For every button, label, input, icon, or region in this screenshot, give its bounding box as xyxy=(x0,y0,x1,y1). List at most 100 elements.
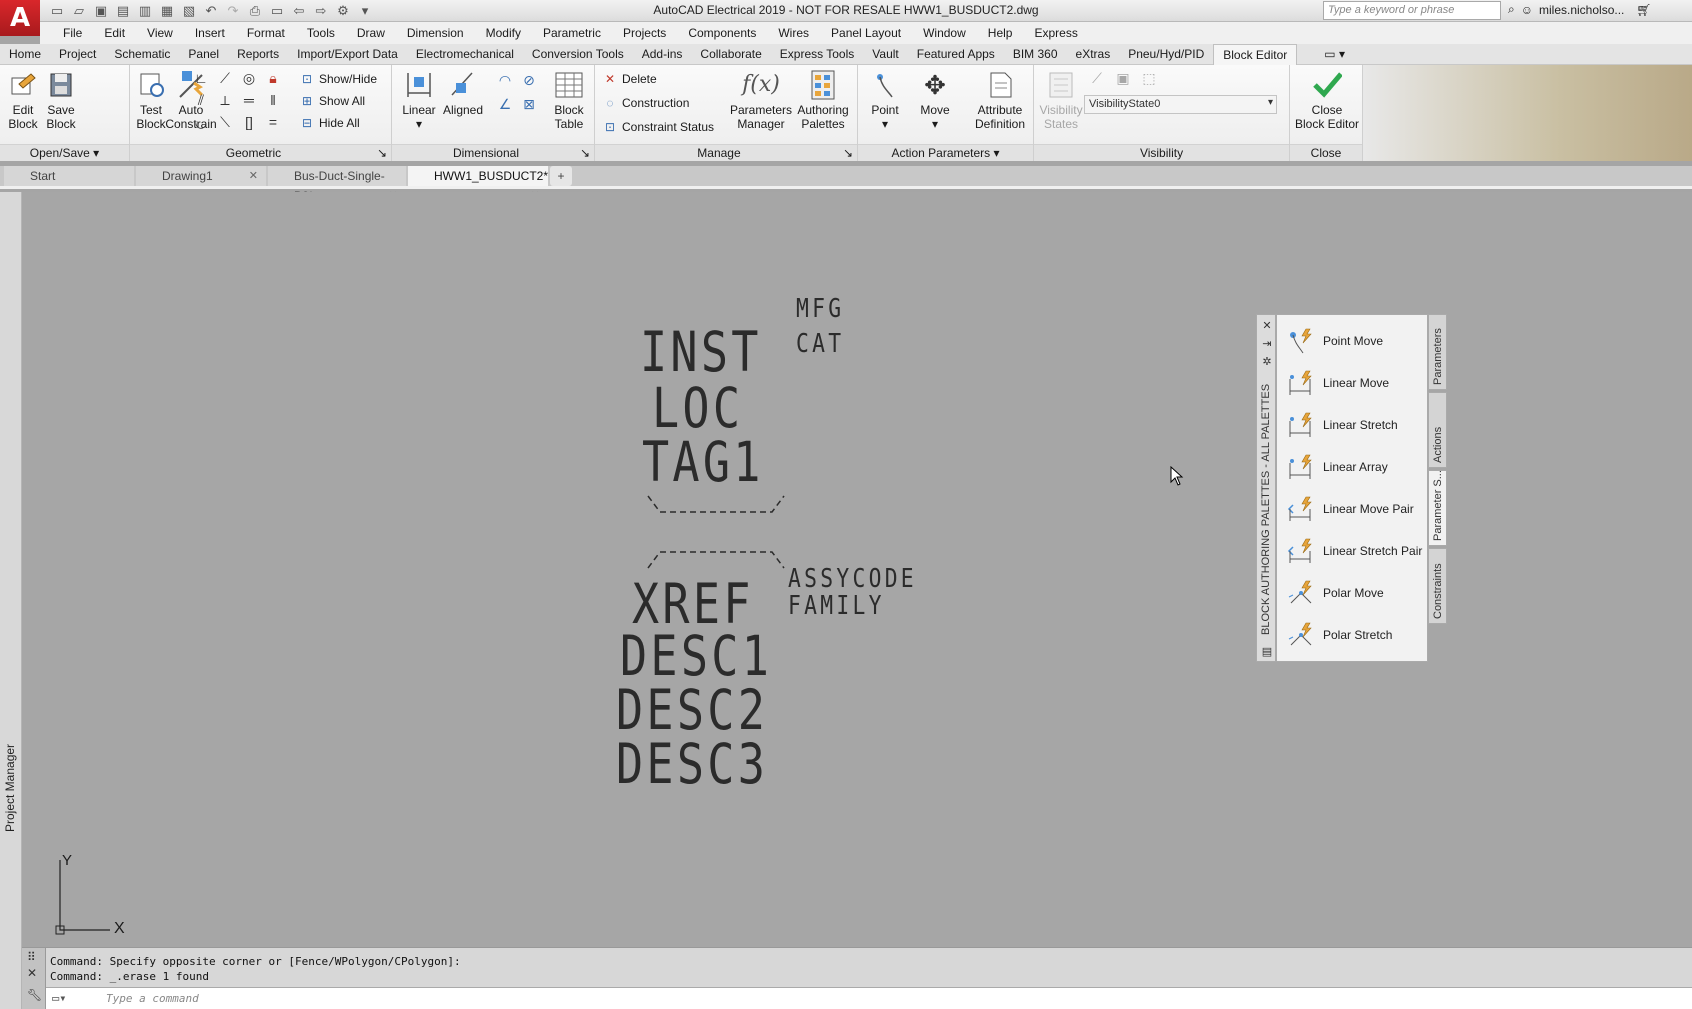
new-tab-button[interactable]: + xyxy=(550,166,572,186)
menu-dimension[interactable]: Dimension xyxy=(396,26,475,40)
command-input[interactable]: ▭▾ Type a command xyxy=(46,987,1692,1009)
palette-tab-constraints[interactable]: Constraints xyxy=(1428,548,1447,624)
angular-dim-icon[interactable]: ∠ xyxy=(496,95,514,113)
visibility-state-select[interactable]: VisibilityState0 ▾ xyxy=(1084,95,1277,114)
menu-projects[interactable]: Projects xyxy=(612,26,677,40)
palette-title-strip[interactable]: ✕ ⇥ ✲ BLOCK AUTHORING PALETTES - ALL PAL… xyxy=(1256,314,1276,662)
save-as-icon[interactable]: ▥ xyxy=(136,2,154,20)
auto-constrain-button[interactable]: Auto Constrain xyxy=(160,69,222,131)
menu-view[interactable]: View xyxy=(136,26,184,40)
visibility-states-button[interactable]: Visibility States xyxy=(1036,69,1086,131)
file-tab[interactable]: Drawing1 ✕ xyxy=(136,166,266,186)
search-input[interactable]: Type a keyword or phrase xyxy=(1323,1,1501,20)
parallel-icon[interactable]: ⫽ xyxy=(192,91,210,109)
open-icon[interactable]: ▱ xyxy=(70,2,88,20)
open-save-panel-title[interactable]: Open/Save ▾ xyxy=(0,144,129,161)
ribbon-tab-home[interactable]: Home xyxy=(0,44,50,65)
aligned-button[interactable]: Aligned xyxy=(442,69,484,117)
ribbon-minimize-icon[interactable]: ▭ ▾ xyxy=(1315,44,1354,65)
radial-dim-icon[interactable]: ◠ xyxy=(496,71,514,89)
ribbon-tab-panel[interactable]: Panel xyxy=(179,44,228,65)
hide-all-button[interactable]: ⊟ Hide All xyxy=(300,113,360,133)
properties-icon[interactable]: ✲ xyxy=(1260,355,1274,369)
command-line-handle[interactable]: ⠿ ✕ 🔧︎ xyxy=(22,948,46,1009)
ribbon-tab-schematic[interactable]: Schematic xyxy=(105,44,179,65)
app-logo[interactable]: A xyxy=(0,0,40,36)
palette-tab-parameters[interactable]: Parameters xyxy=(1428,314,1447,390)
ribbon-tab-import-export-data[interactable]: Import/Export Data xyxy=(288,44,407,65)
menu-draw[interactable]: Draw xyxy=(346,26,396,40)
palette-item-linear-stretch[interactable]: Linear Stretch xyxy=(1287,405,1427,445)
palette-item-linear-move[interactable]: Linear Move xyxy=(1287,363,1427,403)
ribbon-tab-block-editor[interactable]: Block Editor xyxy=(1213,43,1298,65)
file-tab[interactable]: Bus-Duct-Single-B6*✕ xyxy=(268,166,406,203)
menu-panel-layout[interactable]: Panel Layout xyxy=(820,26,912,40)
open-web-icon[interactable]: ▣ xyxy=(92,2,110,20)
menu-wires[interactable]: Wires xyxy=(767,26,820,40)
palette-item-linear-move-pair[interactable]: Linear Move Pair xyxy=(1287,489,1427,529)
coincident-icon[interactable]: ∟ xyxy=(192,69,210,87)
ribbon-tab-express-tools[interactable]: Express Tools xyxy=(771,44,863,65)
close-icon[interactable]: ✕ xyxy=(1260,319,1274,333)
ribbon-tab-pneu-hyd-pid[interactable]: Pneu/Hyd/PID xyxy=(1119,44,1213,65)
save-block-button[interactable]: Save Block xyxy=(40,69,82,131)
close-block-editor-button[interactable]: Close Block Editor xyxy=(1292,69,1362,131)
horizontal-icon[interactable]: ═ xyxy=(240,91,258,109)
collinear-icon[interactable]: ⟋ xyxy=(216,69,234,87)
plot-icon[interactable]: ⎙ xyxy=(246,2,264,20)
symmetric-icon[interactable]: [] xyxy=(240,113,258,131)
menu-parametric[interactable]: Parametric xyxy=(532,26,612,40)
auto-hide-icon[interactable]: ⇥ xyxy=(1260,337,1274,351)
user-name[interactable]: miles.nicholso... xyxy=(1539,3,1624,17)
constraint-status-button[interactable]: ⊡ Constraint Status xyxy=(603,117,714,137)
show-all-button[interactable]: ⊞ Show All xyxy=(300,91,365,111)
ribbon-tab-vault[interactable]: Vault xyxy=(863,44,907,65)
new-icon[interactable]: ▭ xyxy=(48,2,66,20)
manage-panel-title[interactable]: Manage ↘ xyxy=(595,144,857,161)
palette-item-linear-array[interactable]: Linear Array xyxy=(1287,447,1427,487)
menu-file[interactable]: File xyxy=(52,26,93,40)
redo-icon[interactable]: ↷ xyxy=(224,2,242,20)
make-visible-icon[interactable]: ▣ xyxy=(1114,69,1132,87)
menu-insert[interactable]: Insert xyxy=(184,26,236,40)
attribute-definition-button[interactable]: Attribute Definition xyxy=(968,69,1032,131)
show-hide-button[interactable]: ⊡ Show/Hide xyxy=(300,69,377,89)
menu-express[interactable]: Express xyxy=(1023,26,1088,40)
save-icon[interactable]: ▤ xyxy=(114,2,132,20)
ribbon-tab-project[interactable]: Project xyxy=(50,44,105,65)
linear-button[interactable]: Linear ▾ xyxy=(398,69,440,131)
palette-item-polar-stretch[interactable]: Polar Stretch xyxy=(1287,615,1427,655)
forward-icon[interactable]: ⇨ xyxy=(312,2,330,20)
ribbon-tab-bim-360[interactable]: BIM 360 xyxy=(1004,44,1067,65)
block-table-button[interactable]: Block Table xyxy=(548,69,590,131)
menu-help[interactable]: Help xyxy=(977,26,1024,40)
make-invisible-icon[interactable]: ⬚ xyxy=(1140,69,1158,87)
binoculars-icon[interactable]: ⌕ xyxy=(1508,2,1515,17)
folder-icon[interactable]: ▭ xyxy=(268,2,286,20)
command-prompt-icon[interactable]: ▭▾ xyxy=(52,991,66,1005)
customize-dropdown-icon[interactable]: ▾ xyxy=(356,2,374,20)
menu-modify[interactable]: Modify xyxy=(475,26,532,40)
point-parameter-button[interactable]: Point ▾ xyxy=(864,69,906,131)
equal-icon[interactable]: = xyxy=(264,113,282,131)
project-manager-bar[interactable]: Project Manager xyxy=(0,192,22,1009)
save-web-icon[interactable]: ▦ xyxy=(158,2,176,20)
menu-edit[interactable]: Edit xyxy=(93,26,136,40)
delete-button[interactable]: ✕ Delete xyxy=(603,69,657,89)
convert-dim-icon[interactable]: ⊠ xyxy=(520,95,538,113)
palette-tab-parameter-s[interactable]: Parameter S... xyxy=(1428,470,1447,546)
ribbon-tab-electromechanical[interactable]: Electromechanical xyxy=(407,44,523,65)
menu-window[interactable]: Window xyxy=(912,26,977,40)
back-icon[interactable]: ⇦ xyxy=(290,2,308,20)
user-icon[interactable]: ☺ xyxy=(1521,3,1533,17)
close-icon[interactable]: ✕ xyxy=(27,966,37,980)
menu-format[interactable]: Format xyxy=(236,26,296,40)
palette-item-polar-move[interactable]: Polar Move xyxy=(1287,573,1427,613)
action-parameters-panel-title[interactable]: Action Parameters ▾ xyxy=(858,144,1033,161)
cart-icon[interactable]: 🛒︎ xyxy=(1636,3,1651,17)
file-tab[interactable]: HWW1_BUSDUCT2*✕ xyxy=(408,166,548,202)
parameters-manager-button[interactable]: f(x) Parameters Manager xyxy=(729,69,793,132)
palette-tab-actions[interactable]: Actions xyxy=(1428,392,1447,468)
wrench-icon[interactable]: 🔧︎ xyxy=(27,988,42,1002)
concentric-icon[interactable]: ◎ xyxy=(240,69,258,87)
